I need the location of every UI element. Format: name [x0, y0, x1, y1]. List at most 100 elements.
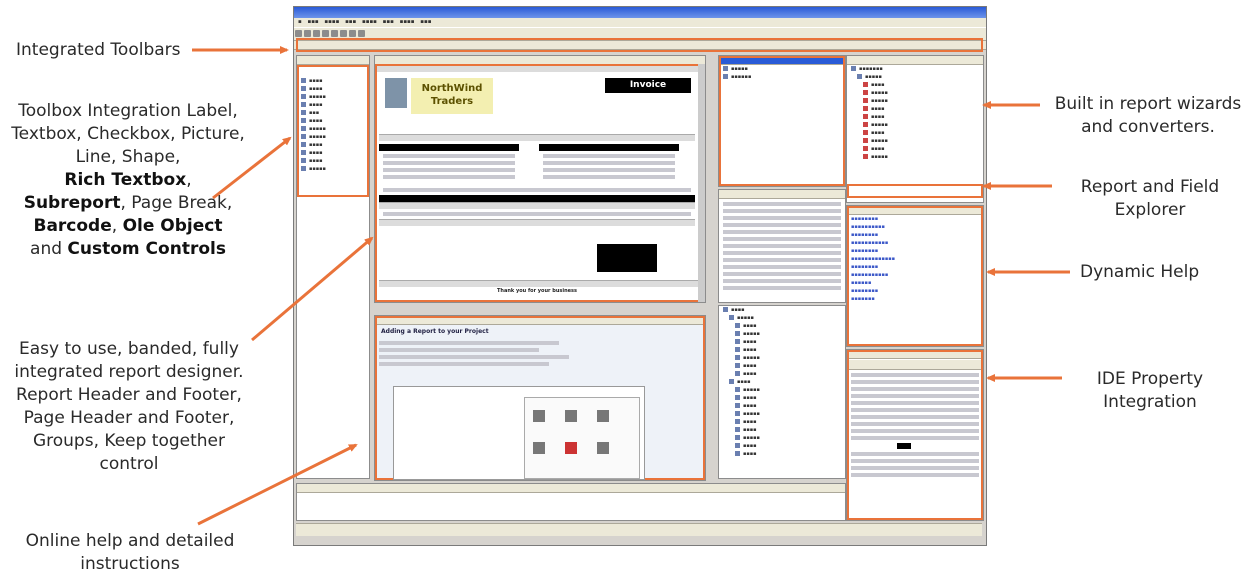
barcode-text: Barcode [33, 216, 112, 236]
template-list[interactable] [524, 397, 640, 479]
detail-band [379, 202, 695, 209]
tree-node[interactable]: ▪▪▪▪▪ [719, 386, 845, 394]
explorer-node[interactable]: ▪▪▪▪ [847, 81, 983, 89]
explorer-node[interactable]: ▪▪▪▪ [847, 145, 983, 153]
wizards-pane: ▪▪▪▪▪ ▪▪▪▪▪▪ [718, 55, 846, 187]
tree-node[interactable]: ▪▪▪▪ [719, 338, 845, 346]
online-help-pane: Adding a Report to your Project [374, 315, 706, 481]
template-icon[interactable] [597, 410, 609, 422]
toolbox-highlight [297, 65, 369, 197]
toolbar-icon[interactable] [331, 30, 338, 37]
dynamic-help-pane: ▪▪▪▪▪▪▪▪ ▪▪▪▪▪▪▪▪▪▪ ▪▪▪▪▪▪▪▪ ▪▪▪▪▪▪▪▪▪▪▪… [846, 205, 984, 347]
invoice-title: Invoice [605, 78, 691, 93]
callout-designer: Easy to use, banded, fully integrated re… [14, 339, 244, 474]
callout-explorer: Report and Field Explorer [1080, 177, 1220, 220]
explorer-node[interactable]: ▪▪▪▪▪ [847, 97, 983, 105]
tree-node[interactable]: ▪▪▪▪ [719, 362, 845, 370]
ide-screenshot: ▪ ▪▪▪ ▪▪▪▪ ▪▪▪ ▪▪▪▪ ▪▪▪ ▪▪▪▪ ▪▪▪ ▪▪▪▪ ▪▪… [293, 6, 987, 546]
callout-wizards: Built in report wizards and converters. [1054, 94, 1242, 137]
company-logo-block: NorthWind Traders [411, 78, 493, 114]
callout-dynamic-help: Dynamic Help [1080, 262, 1200, 282]
tree-node[interactable]: ▪▪▪▪ [719, 322, 845, 330]
template-icon[interactable] [597, 442, 609, 454]
toolbox-header [297, 56, 369, 65]
tree-node[interactable]: ▪▪▪▪ [719, 306, 845, 314]
explorer-node[interactable]: ▪▪▪▪ [847, 113, 983, 121]
toolbar-icon[interactable] [295, 30, 302, 37]
explorer-node[interactable]: ▪▪▪▪▪ [847, 73, 983, 81]
page-header-band [379, 134, 695, 141]
ole-object-text: Ole Object [122, 216, 223, 236]
toolbar-icon[interactable] [358, 30, 365, 37]
template-icon[interactable] [533, 442, 545, 454]
footer-thanks: Thank you for your business [497, 288, 577, 294]
output-header [297, 484, 845, 493]
add-new-item-dialog [393, 386, 645, 480]
toolbox-pane: ▪▪▪▪ ▪▪▪▪ ▪▪▪▪▪ ▪▪▪▪ ▪▪▪ ▪▪▪▪ ▪▪▪▪▪ ▪▪▪▪… [296, 55, 370, 479]
tree-node[interactable]: ▪▪▪▪▪ [719, 314, 845, 322]
tree-node[interactable]: ▪▪▪▪ [719, 378, 845, 386]
callout-toolbars: Integrated Toolbars [16, 40, 181, 60]
callout-online-help: Online help and detailed instructions [25, 531, 235, 574]
explorer-node[interactable]: ▪▪▪▪▪ [847, 89, 983, 97]
and-text: and [30, 239, 63, 259]
subreport-text: Subreport [23, 193, 121, 213]
report-explorer-header [847, 56, 983, 65]
company-name: NorthWind Traders [421, 83, 483, 107]
taskbar-tabs[interactable] [296, 523, 982, 536]
tree-node[interactable]: ▪▪▪▪ [719, 426, 845, 434]
comma-text: , [111, 216, 118, 236]
bill-to-label [379, 144, 519, 151]
callout-property: IDE Property Integration [1096, 369, 1204, 412]
toolbar-icon[interactable] [313, 30, 320, 37]
toolbar-icon[interactable] [340, 30, 347, 37]
template-icon[interactable] [565, 410, 577, 422]
template-icon[interactable] [565, 442, 577, 454]
explorer-node[interactable]: ▪▪▪▪ [847, 105, 983, 113]
tree-node[interactable]: ▪▪▪▪ [719, 442, 845, 450]
toolbox-intro-text: Toolbox Integration Label, Textbox, Chec… [11, 101, 245, 167]
report-explorer-pane: ▪▪▪▪▪▪▪ ▪▪▪▪▪ ▪▪▪▪ ▪▪▪▪▪ ▪▪▪▪▪ ▪▪▪▪ ▪▪▪▪… [846, 55, 984, 203]
ide-titlebar [294, 7, 986, 18]
dynamic-help-highlight [847, 206, 983, 346]
tree-node[interactable]: ▪▪▪▪▪ [719, 410, 845, 418]
wizards-highlight [719, 56, 845, 186]
ship-to-label [539, 144, 679, 151]
toolbar-icon[interactable] [322, 30, 329, 37]
callout-toolbox: Toolbox Integration Label, Textbox, Chec… [11, 101, 245, 259]
tree-node[interactable]: ▪▪▪▪▪ [719, 354, 845, 362]
explorer-tabs-highlight [847, 184, 983, 198]
explorer-node[interactable]: ▪▪▪▪▪ [847, 153, 983, 161]
page-footer-band [379, 280, 699, 287]
explorer-node[interactable]: ▪▪▪▪▪ [847, 121, 983, 129]
report-designer[interactable]: NorthWind Traders Invoice Thank you for … [374, 55, 706, 303]
tree-node[interactable]: ▪▪▪▪ [719, 418, 845, 426]
detail-column-headers [379, 195, 695, 202]
rich-textbox-text: Rich Textbox [64, 170, 187, 190]
explorer-node[interactable]: ▪▪▪▪ [847, 129, 983, 137]
template-icon[interactable] [533, 410, 545, 422]
tree-node[interactable]: ▪▪▪▪ [719, 402, 845, 410]
toolbar-icon[interactable] [349, 30, 356, 37]
group-footer-band [379, 219, 695, 226]
designer-scrollbar[interactable] [698, 64, 705, 302]
tree-node[interactable]: ▪▪▪▪ [719, 370, 845, 378]
explorer-node[interactable]: ▪▪▪▪▪▪▪ [847, 65, 983, 73]
toolbar-icon[interactable] [304, 30, 311, 37]
output-pane [296, 483, 846, 521]
tree-node[interactable]: ▪▪▪▪▪ [719, 330, 845, 338]
field-list-header [719, 190, 845, 199]
tree-node[interactable]: ▪▪▪▪▪ [719, 434, 845, 442]
totals-box [597, 244, 657, 272]
tree-node[interactable]: ▪▪▪▪ [719, 450, 845, 458]
page-break-text: , Page Break, [120, 193, 233, 213]
tree-node[interactable]: ▪▪▪▪ [719, 394, 845, 402]
tree-node[interactable]: ▪▪▪▪ [719, 346, 845, 354]
properties-highlight [847, 350, 983, 520]
lighthouse-logo-icon [385, 78, 407, 108]
explorer-node[interactable]: ▪▪▪▪▪ [847, 137, 983, 145]
ide-menubar[interactable]: ▪ ▪▪▪ ▪▪▪▪ ▪▪▪ ▪▪▪▪ ▪▪▪ ▪▪▪▪ ▪▪▪ [294, 18, 986, 27]
field-list-pane [718, 189, 846, 303]
data-tree-pane: ▪▪▪▪ ▪▪▪▪▪ ▪▪▪▪ ▪▪▪▪▪ ▪▪▪▪ ▪▪▪▪ ▪▪▪▪▪ ▪▪… [718, 305, 846, 479]
properties-pane [846, 349, 984, 521]
